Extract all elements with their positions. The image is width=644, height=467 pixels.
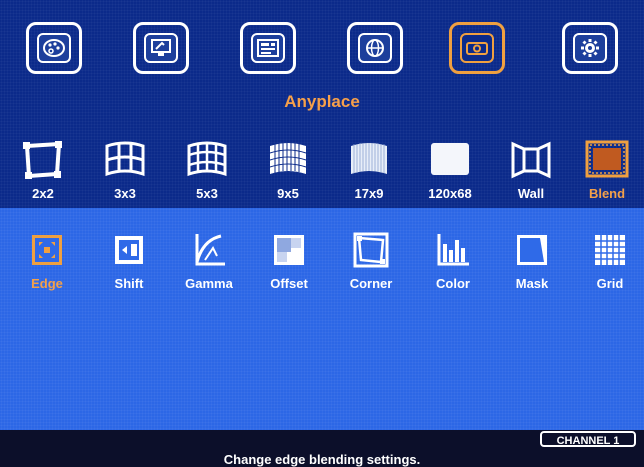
channel-indicator: CHANNEL 1 — [540, 431, 636, 447]
layout-label: Blend — [588, 186, 626, 201]
layout-item-9x5[interactable]: 9x5 — [253, 140, 323, 201]
blend-item-edge[interactable]: Edge — [12, 230, 82, 291]
menu-item-settings[interactable] — [562, 22, 618, 74]
shift-icon — [107, 230, 151, 270]
blend-label: Offset — [270, 276, 308, 291]
menu-item-display[interactable] — [133, 22, 189, 74]
warp-5x3-icon — [185, 140, 229, 180]
layout-label: 5x3 — [196, 186, 218, 201]
layout-item-3x3[interactable]: 3x3 — [90, 140, 160, 201]
blend-label: Edge — [31, 276, 63, 291]
edge-icon — [25, 230, 69, 270]
menu-item-network[interactable] — [347, 22, 403, 74]
blend-item-gamma[interactable]: Gamma — [174, 230, 244, 291]
blend-item-color[interactable]: Color — [418, 230, 488, 291]
projector-icon — [460, 33, 494, 63]
blend-label: Corner — [349, 276, 393, 291]
layout-label: Wall — [517, 186, 545, 201]
layout-item-5x3[interactable]: 5x3 — [172, 140, 242, 201]
layout-label: 2x2 — [32, 186, 54, 201]
section-title: Anyplace — [284, 92, 360, 111]
corner-icon — [349, 230, 393, 270]
palette-icon — [37, 33, 71, 63]
warp-9x5-icon — [266, 140, 310, 180]
layout-label: 3x3 — [114, 186, 136, 201]
gamma-icon — [187, 230, 231, 270]
layout-item-120x68[interactable]: 120x68 — [415, 140, 485, 201]
blend-item-shift[interactable]: Shift — [94, 230, 164, 291]
blend-item-mask[interactable]: Mask — [497, 230, 567, 291]
video-wall-icon — [251, 33, 285, 63]
blend-label: Mask — [515, 276, 549, 291]
layout-label: 17x9 — [354, 186, 384, 201]
blend-icon — [585, 140, 629, 180]
blend-label: Gamma — [185, 276, 233, 291]
layout-item-wall[interactable]: Wall — [496, 140, 566, 201]
blend-item-grid[interactable]: Grid — [575, 230, 644, 291]
layout-item-17x9[interactable]: 17x9 — [334, 140, 404, 201]
top-menu — [0, 22, 644, 82]
warp-3x3-icon — [103, 140, 147, 180]
offset-icon — [267, 230, 311, 270]
layout-item-blend[interactable]: Blend — [572, 140, 642, 201]
color-bars-icon — [431, 230, 475, 270]
blend-label: Grid — [596, 276, 624, 291]
blend-item-offset[interactable]: Offset — [254, 230, 324, 291]
osd-screen: Anyplace 2x2 3x3 5x3 9x5 17x9 120x68 Wal… — [0, 0, 644, 467]
blend-label: Color — [436, 276, 470, 291]
blend-label: Shift — [114, 276, 144, 291]
gear-icon — [573, 33, 607, 63]
monitor-settings-icon — [144, 33, 178, 63]
wall-icon — [509, 140, 553, 180]
layout-label: 120x68 — [428, 186, 472, 201]
mask-icon — [510, 230, 554, 270]
globe-icon — [358, 33, 392, 63]
grid-icon — [588, 230, 632, 270]
corner-4point-icon — [21, 140, 65, 180]
status-message: Change edge blending settings. — [223, 452, 421, 467]
menu-item-wall[interactable] — [240, 22, 296, 74]
menu-item-picture[interactable] — [26, 22, 82, 74]
warp-120x68-icon — [428, 140, 472, 180]
layout-label: 9x5 — [277, 186, 299, 201]
warp-17x9-icon — [347, 140, 391, 180]
blend-item-corner[interactable]: Corner — [336, 230, 406, 291]
layout-item-2x2[interactable]: 2x2 — [8, 140, 78, 201]
menu-item-projector[interactable] — [449, 22, 505, 74]
